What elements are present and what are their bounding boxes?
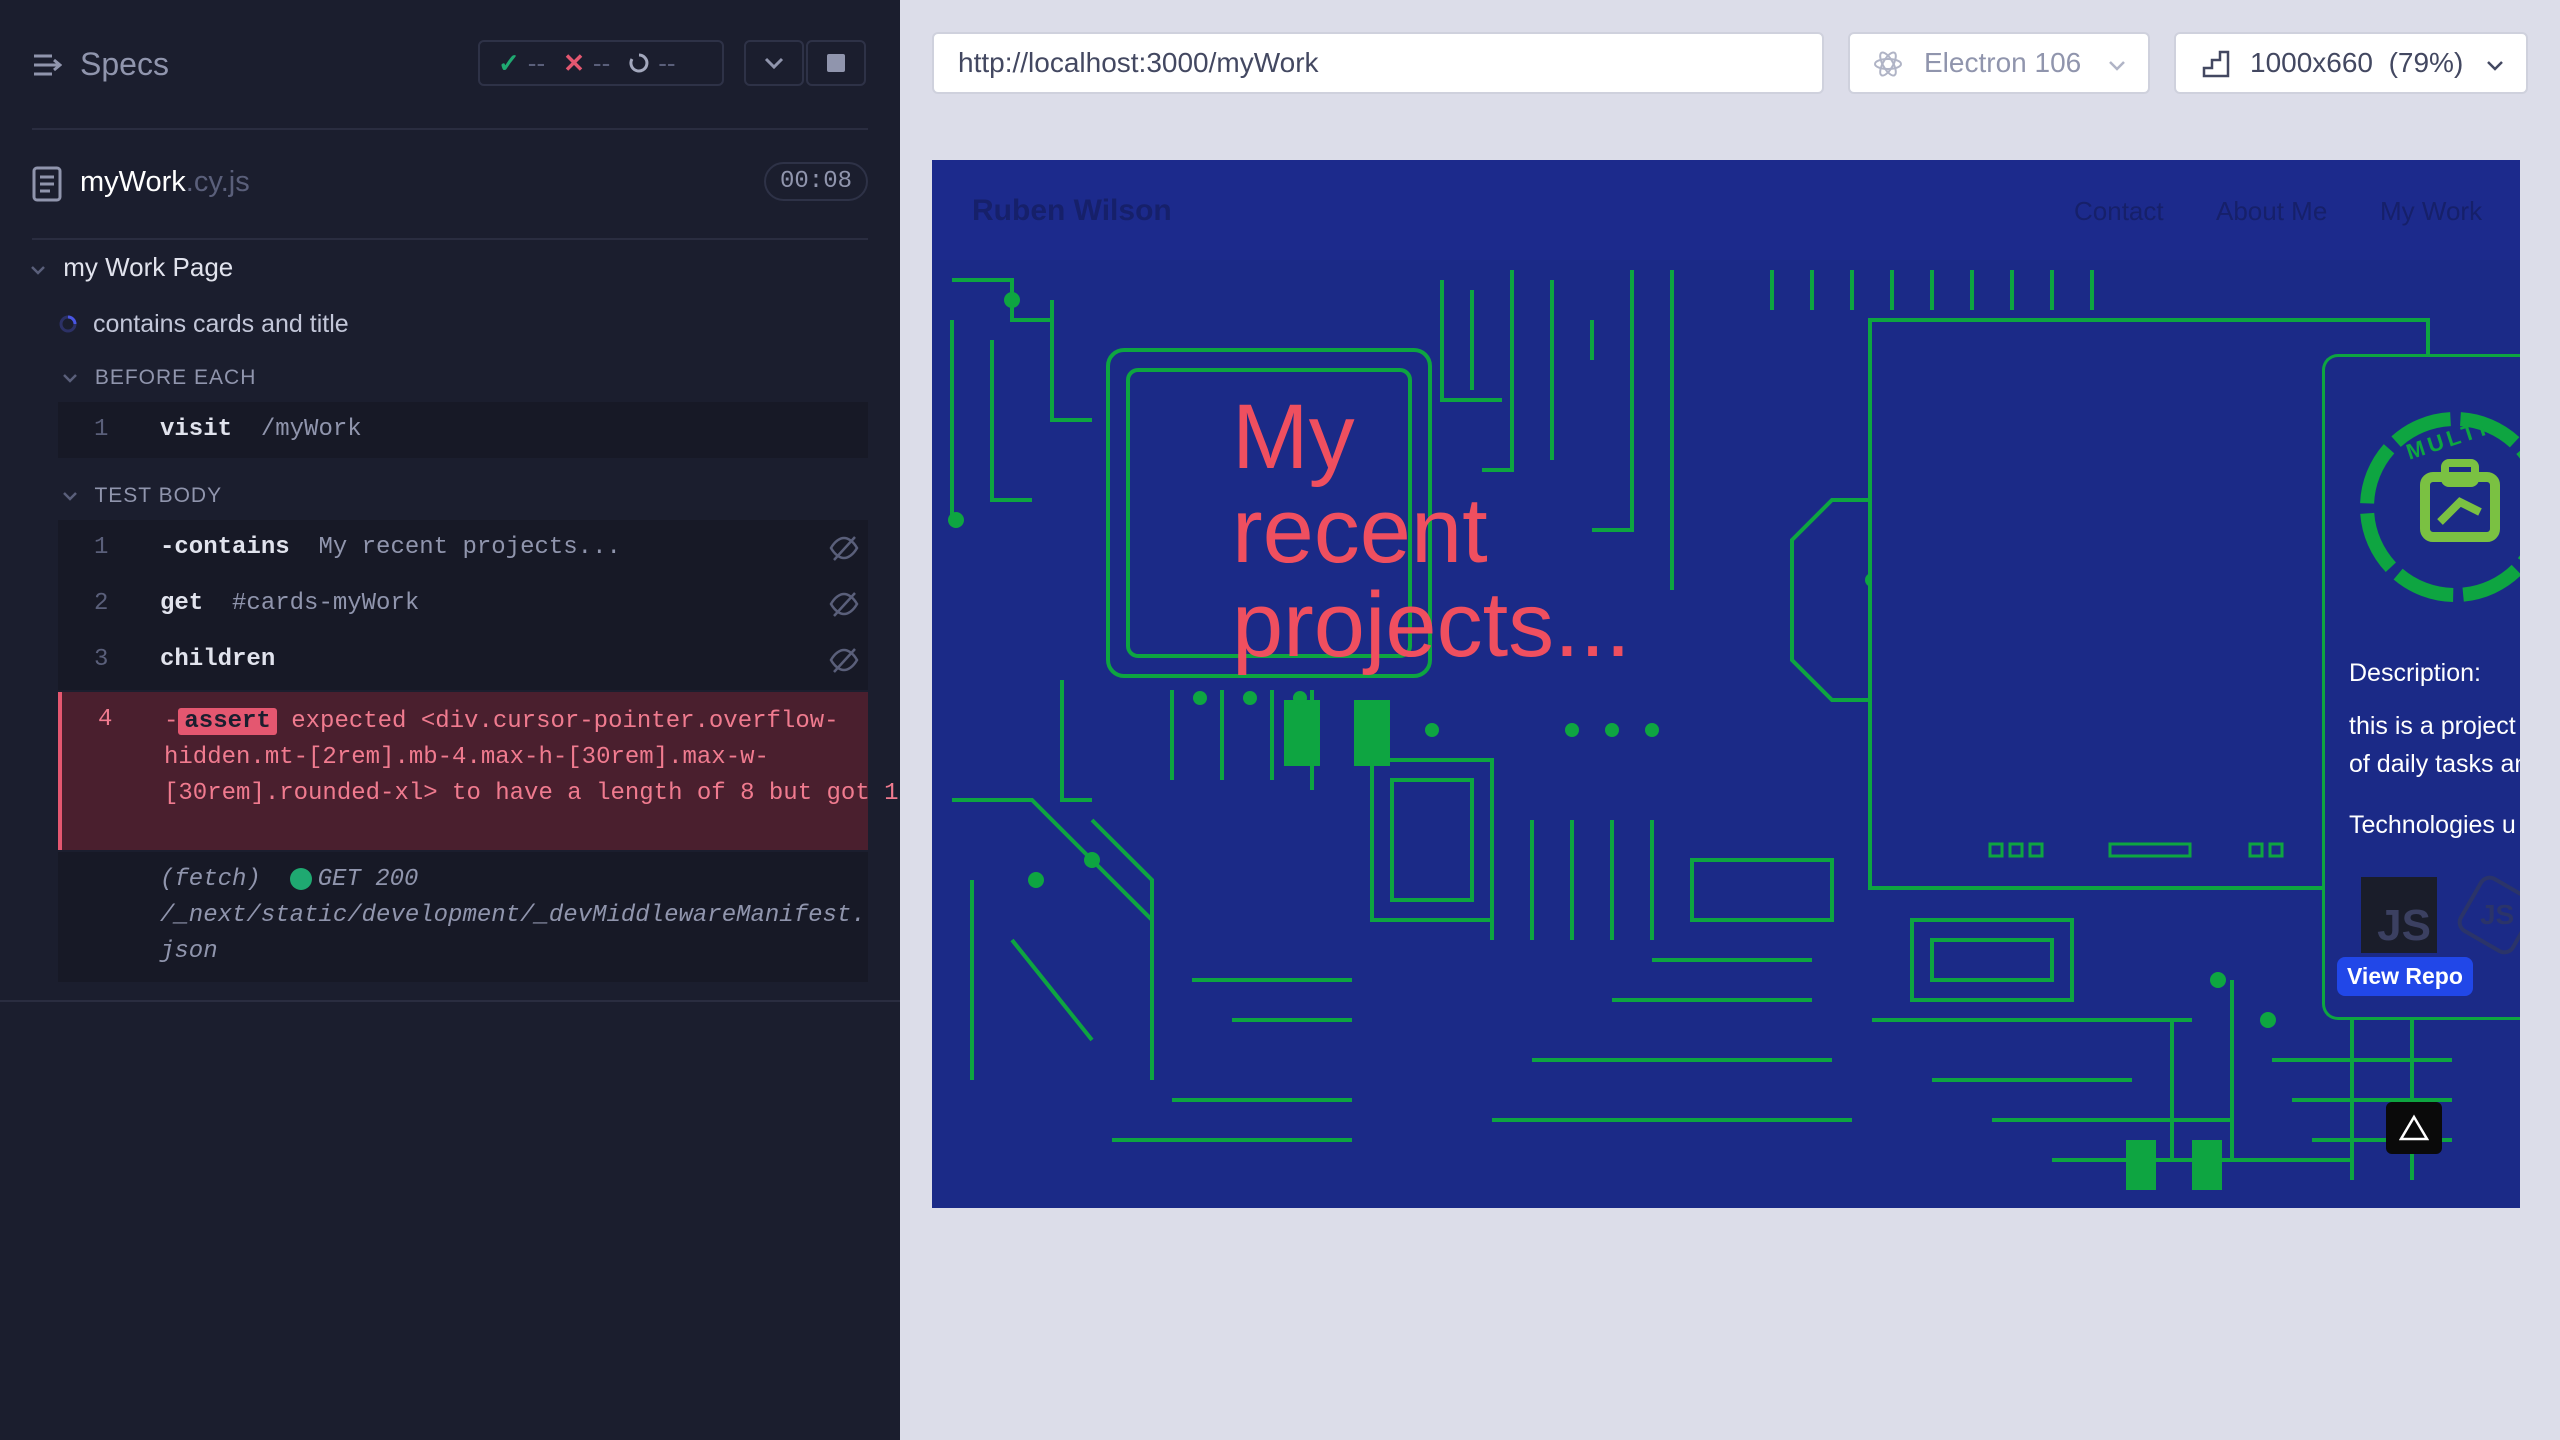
duration-badge: 00:08 [763,162,868,201]
test-body-section[interactable]: TEST BODY [62,484,222,508]
command-row[interactable]: 1 -contains My recent projects... [58,520,868,576]
test-runner-panel: Specs ✓ -- ✕ -- -- myWork.cy.js 00:08 my… [0,0,900,1440]
before-each-commands: 1 visit /myWork [58,402,868,458]
x-icon: ✕ [563,47,585,78]
fetch-log[interactable]: (fetch) GET 200 /_next/static/developmen… [58,852,868,982]
electron-icon [1874,51,1902,77]
test-stats: ✓ -- ✕ -- -- [478,40,724,86]
chevron-down-icon [2487,61,2503,71]
runner-header: Specs ✓ -- ✕ -- -- [0,0,900,130]
spinner-icon [59,315,77,333]
status-dot [289,867,312,890]
nav-my-work[interactable]: My Work [2380,196,2482,227]
fetch-entry: (fetch) GET 200 /_next/static/developmen… [160,866,866,965]
divider [32,238,868,240]
card-description-heading: Description: [2349,659,2481,687]
nodejs-icon: JS [2453,871,2520,959]
warning-icon [2399,1114,2429,1141]
specs-title[interactable]: Specs [80,46,169,83]
viewport-selector[interactable]: 1000x660 (79%) [2174,32,2528,94]
stop-button[interactable] [806,40,866,86]
url-bar[interactable]: http://localhost:3000/myWork [932,32,1824,94]
before-each-section[interactable]: BEFORE EACH [62,366,256,390]
circuit-background [948,270,2452,1190]
nextjs-warning-button[interactable] [2386,1102,2442,1154]
dropdown-button[interactable] [744,40,804,86]
app-navbar: Ruben Wilson Contact About Me My Work [932,160,2520,260]
check-icon: ✓ [498,47,520,78]
divider [0,1000,900,1002]
eye-slash-icon[interactable] [828,644,860,676]
command-row[interactable]: 2 get #cards-myWork [58,576,868,632]
nav-contact[interactable]: Contact [2074,196,2164,227]
test-title[interactable]: contains cards and title [58,310,349,339]
chevron-down-icon [31,266,45,275]
chevron-down-icon [63,374,77,383]
card-description: this is a project of daily tasks an [2349,712,2520,778]
command-row[interactable]: 3 children [58,632,868,688]
suite-title[interactable]: my Work Page [30,252,233,283]
chevron-down-icon [764,57,784,70]
viewport-icon [2202,50,2230,78]
chevron-down-icon [63,492,77,501]
command-row[interactable]: 1 visit /myWork [58,402,868,458]
passed-stat: ✓ -- [498,47,546,78]
divider [32,128,868,130]
pending-stat: -- [628,48,676,79]
view-repo-button[interactable]: View Repo [2337,957,2473,996]
project-card[interactable]: MULTI Description: this is a project of … [2322,354,2520,1020]
file-icon [32,166,62,202]
eye-slash-icon[interactable] [828,588,860,620]
spinner-icon [629,53,649,73]
chevron-down-icon [2109,61,2125,71]
eye-slash-icon[interactable] [828,532,860,564]
spec-file-name[interactable]: myWork.cy.js [80,166,250,199]
card-technologies-heading: Technologies u [2349,811,2516,839]
js-icon: JS [2361,877,2437,953]
error-message: - assert expected <div.cursor-pointer.ove… [164,708,899,807]
assert-error-row[interactable]: 4 - assert expected <div.cursor-pointer.o… [58,692,899,850]
failed-stat: ✕ -- [563,47,611,78]
brand-name[interactable]: Ruben Wilson [972,194,1172,228]
test-body-commands: 1 -contains My recent projects... 2 get … [58,520,868,690]
assert-badge: assert [178,708,277,735]
specs-icon[interactable] [32,50,62,80]
app-preview: Ruben Wilson Contact About Me My Work My… [932,160,2520,1208]
stop-icon [827,54,845,72]
hero-title: My recent projects... [1232,386,1631,676]
spec-file-row: myWork.cy.js 00:08 [32,160,868,208]
nav-about-me[interactable]: About Me [2216,196,2327,227]
browser-selector[interactable]: Electron 106 [1848,32,2150,94]
